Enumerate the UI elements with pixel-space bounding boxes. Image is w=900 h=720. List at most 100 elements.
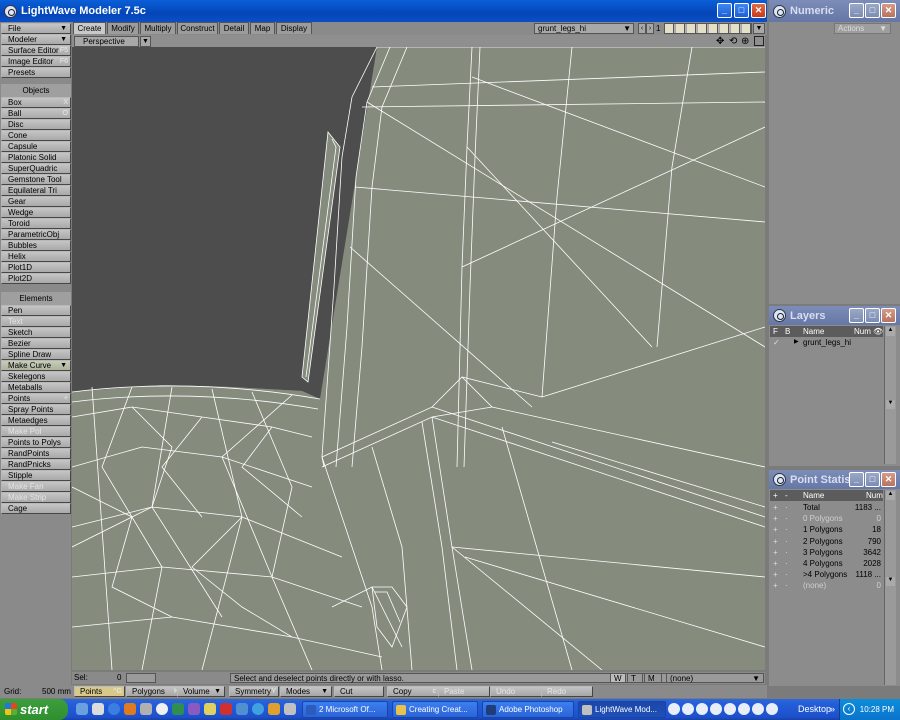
tray-back-icon[interactable]: ‹ — [843, 703, 855, 715]
tab-multiply[interactable]: Multiply — [140, 22, 176, 34]
point-stats-row[interactable]: + · 4 Polygons 2028 — [770, 558, 883, 569]
plus-icon[interactable]: + — [773, 547, 778, 558]
minus-icon[interactable]: · — [785, 580, 788, 591]
desktop-toolbar-label[interactable]: Desktop — [798, 699, 831, 720]
tool-ball-button[interactable]: Ball O — [1, 108, 71, 119]
taskbar-task-button[interactable]: Adobe Photoshop — [482, 701, 574, 718]
tab-modify[interactable]: Modify — [107, 22, 139, 34]
media-button-icon[interactable] — [710, 703, 722, 715]
layers-close-button[interactable]: ✕ — [881, 308, 896, 323]
morph-toggle[interactable]: M — [644, 673, 662, 683]
viewport-3d[interactable] — [72, 47, 765, 670]
tool-capsule-button[interactable]: Capsule — [1, 141, 71, 152]
tool-toroid-button[interactable]: Toroid — [1, 218, 71, 229]
close-button[interactable]: ✕ — [751, 3, 766, 18]
media-button-icon[interactable] — [752, 703, 764, 715]
tool-spline-draw-button[interactable]: Spline Draw — [1, 349, 71, 360]
tool-wedge-button[interactable]: Wedge — [1, 207, 71, 218]
copy-button[interactable]: Copy c — [387, 686, 439, 697]
media-button-icon[interactable] — [696, 703, 708, 715]
tool-plot2d-button[interactable]: Plot2D — [1, 273, 71, 284]
point-stats-row[interactable]: + · Total 1183 ... — [770, 502, 883, 513]
media-button-icon[interactable] — [668, 703, 680, 715]
symmetry-button[interactable]: Symmetry Y — [229, 686, 279, 697]
quicklaunch-icon-12[interactable] — [252, 703, 264, 715]
layers-maximize-button[interactable]: □ — [865, 308, 880, 323]
layer-bank-menu[interactable]: ▼ — [753, 23, 765, 34]
cut-button[interactable]: Cut — [334, 686, 384, 697]
plus-icon[interactable]: + — [773, 558, 778, 569]
point-stats-row[interactable]: + · 0 Polygons 0 — [770, 513, 883, 524]
modes-button[interactable]: Modes ▼ — [280, 686, 332, 697]
tool-cone-button[interactable]: Cone — [1, 130, 71, 141]
tray-controls[interactable] — [668, 703, 788, 716]
tool-metaedges-button[interactable]: Metaedges — [1, 415, 71, 426]
minus-icon[interactable]: · — [785, 513, 788, 524]
layers-title-bar[interactable]: Layers _ □ ✕ — [769, 306, 900, 325]
quicklaunch-icon-10[interactable] — [220, 703, 232, 715]
quicklaunch-icon-6[interactable] — [156, 703, 168, 715]
tool-spray-points-button[interactable]: Spray Points — [1, 404, 71, 415]
main-title-bar[interactable]: LightWave Modeler 7.5c _ □ ✕ — [0, 0, 767, 22]
maximize-viewport-icon[interactable] — [754, 36, 764, 46]
rotate-view-icon[interactable]: ⟲ — [729, 36, 737, 47]
wireframe-toggle[interactable]: W — [610, 673, 626, 683]
minimize-button[interactable]: _ — [717, 3, 732, 18]
minus-icon[interactable]: · — [785, 502, 788, 513]
plus-icon[interactable]: + — [773, 580, 778, 591]
minus-icon[interactable]: · — [785, 536, 788, 547]
layer-next-button[interactable]: › — [646, 23, 654, 34]
media-button-icon[interactable] — [766, 703, 778, 715]
minus-icon[interactable]: · — [785, 524, 788, 535]
tab-detail[interactable]: Detail — [219, 22, 249, 34]
tool-randpnicks-button[interactable]: RandPnicks — [1, 459, 71, 470]
plus-icon[interactable]: + — [773, 524, 778, 535]
tool-bezier-button[interactable]: Bezier — [1, 338, 71, 349]
point-stats-scrollbar[interactable]: ▲ ▼ — [884, 490, 896, 685]
numeric-actions-button[interactable]: Actions ▼ — [834, 23, 891, 34]
scroll-down-icon[interactable]: ▼ — [886, 577, 895, 586]
taskbar-task-button[interactable]: LightWave Mod... — [578, 701, 666, 718]
quicklaunch-icon-5[interactable] — [140, 703, 152, 715]
surface-selector[interactable]: (none) ▼ — [666, 673, 764, 683]
scroll-down-icon[interactable]: ▼ — [886, 400, 895, 409]
quicklaunch-icon-13[interactable] — [268, 703, 280, 715]
object-selector[interactable]: grunt_legs_hi ▼ — [534, 23, 634, 34]
menu-surface-editor[interactable]: Surface Editor F5 — [1, 45, 71, 56]
tab-display[interactable]: Display — [276, 22, 312, 34]
tool-sketch-button[interactable]: Sketch — [1, 327, 71, 338]
point-stats-minimize-button[interactable]: _ — [849, 472, 864, 487]
minus-icon[interactable]: · — [785, 547, 788, 558]
tab-construct[interactable]: Construct — [177, 22, 218, 34]
volume-button[interactable]: Volume ▼ — [177, 686, 225, 697]
quicklaunch-icon-4[interactable] — [124, 703, 136, 715]
tool-equilateral-tri-button[interactable]: Equilateral Tri — [1, 185, 71, 196]
tool-stipple-button[interactable]: Stipple — [1, 470, 71, 481]
quicklaunch-icon-2[interactable] — [92, 703, 104, 715]
plus-icon[interactable]: + — [773, 502, 778, 513]
plus-icon[interactable]: + — [773, 513, 778, 524]
tool-make-curve-button[interactable]: Make Curve ▼ — [1, 360, 71, 371]
points-button[interactable]: Points ^G — [74, 686, 125, 697]
view-mode-selector[interactable]: Perspective — [74, 36, 139, 47]
tool-gear-button[interactable]: Gear — [1, 196, 71, 207]
tool-skelegons-button[interactable]: Skelegons — [1, 371, 71, 382]
tool-pen-button[interactable]: Pen — [1, 305, 71, 316]
minus-icon[interactable]: · — [785, 558, 788, 569]
tab-create[interactable]: Create — [73, 22, 106, 34]
tool-box-button[interactable]: Box X — [1, 97, 71, 108]
point-stats-row[interactable]: + · >4 Polygons 1118 ... — [770, 569, 883, 580]
numeric-minimize-button[interactable]: _ — [849, 3, 864, 18]
minus-icon[interactable]: · — [785, 569, 788, 580]
tool-parametricobj-button[interactable]: ParametricObj — [1, 229, 71, 240]
tool-points-to-polys-button[interactable]: Points to Polys — [1, 437, 71, 448]
tab-map[interactable]: Map — [250, 22, 275, 34]
point-stats-row[interactable]: + · 1 Polygons 18 — [770, 524, 883, 535]
layer-prev-button[interactable]: ‹ — [638, 23, 646, 34]
layers-scrollbar[interactable]: ▲ ▼ — [884, 326, 896, 464]
start-button[interactable]: start — [0, 699, 68, 720]
tool-metaballs-button[interactable]: Metaballs — [1, 382, 71, 393]
point-stats-close-button[interactable]: ✕ — [881, 472, 896, 487]
tool-helix-button[interactable]: Helix — [1, 251, 71, 262]
point-stats-row[interactable]: + · (none) 0 — [770, 580, 883, 591]
